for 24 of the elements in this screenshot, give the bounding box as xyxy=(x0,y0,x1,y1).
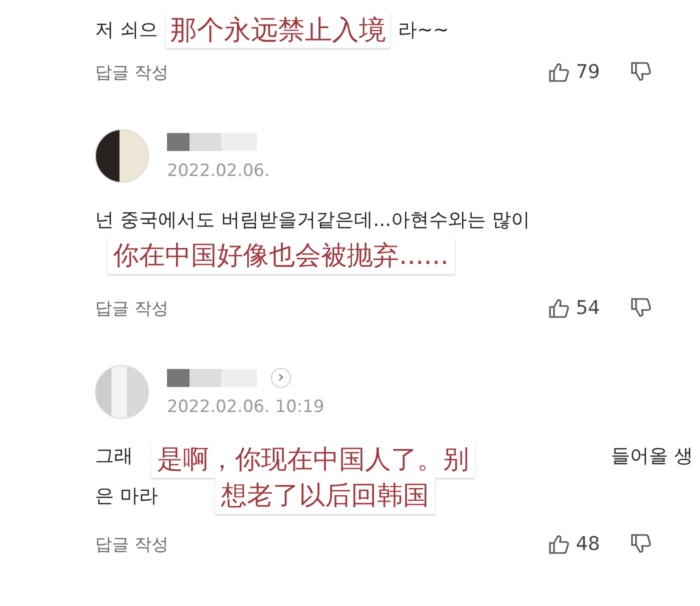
thumbs-down-icon[interactable] xyxy=(630,533,652,555)
thumbs-down-icon[interactable] xyxy=(630,297,652,319)
comment-date: 2022.02.06. xyxy=(167,161,270,181)
like-count: 79 xyxy=(576,61,600,83)
comment-text: 저 쇠으 xyxy=(95,18,158,43)
thumbs-up-icon[interactable] xyxy=(548,297,570,319)
chevron-icon[interactable]: › xyxy=(271,368,291,388)
avatar xyxy=(95,129,149,183)
comment-date: 2022.02.06. 10:19 xyxy=(167,397,324,417)
caption-overlay: 那个永远禁止入境 xyxy=(166,12,390,48)
reply-link[interactable]: 답글 작성 xyxy=(95,296,168,320)
comment-text: 라~~ xyxy=(398,18,449,43)
like-count: 54 xyxy=(576,297,600,319)
comment-text: 그래 xyxy=(95,444,133,469)
comment-text: 넌 중국에서도 버림받을거같은데...아현수와는 많이 xyxy=(95,208,530,233)
comment-text: 들어올 생 xyxy=(610,444,693,469)
like-count: 48 xyxy=(576,533,600,555)
avatar xyxy=(95,365,149,419)
caption-overlay: 你在中国好像也会被抛弃...... xyxy=(107,238,455,274)
reply-link[interactable]: 답글 작성 xyxy=(95,532,168,556)
thumbs-down-icon[interactable] xyxy=(630,61,652,83)
thumbs-up-icon[interactable] xyxy=(548,61,570,83)
reply-link[interactable]: 답글 작성 xyxy=(95,60,168,84)
thumbs-up-icon[interactable] xyxy=(548,533,570,555)
